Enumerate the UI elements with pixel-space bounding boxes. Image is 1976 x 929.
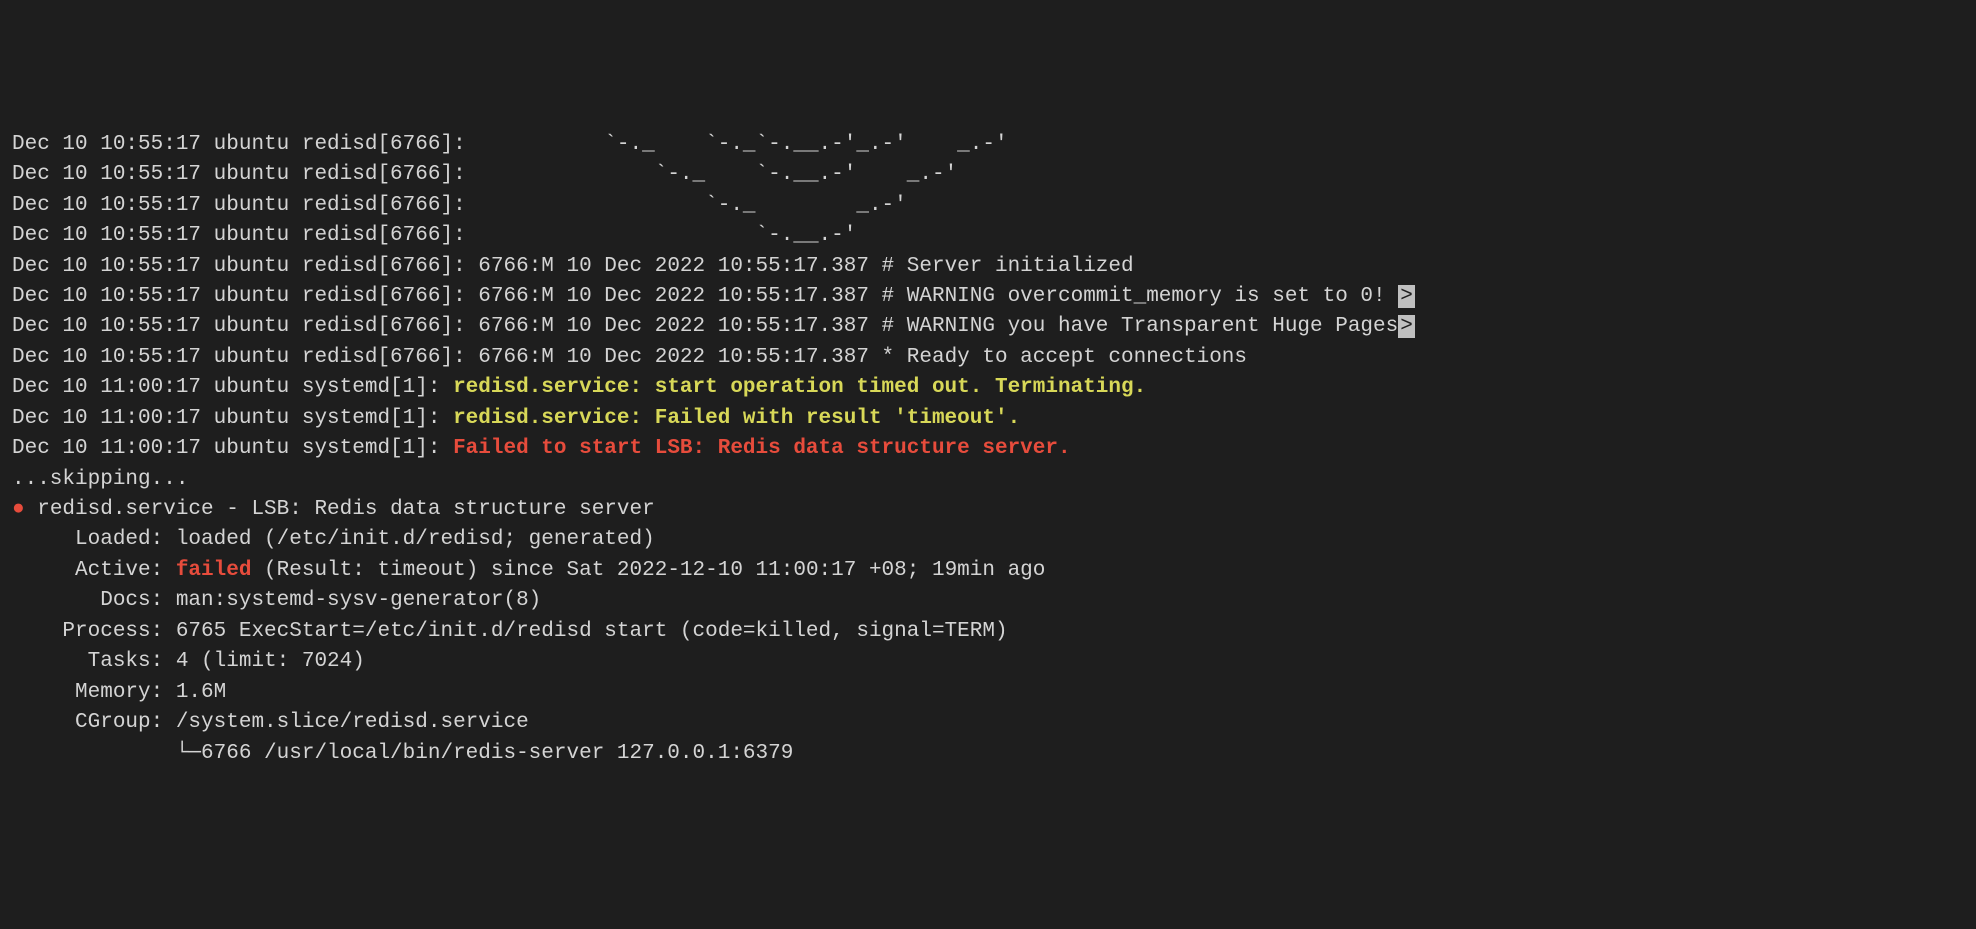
log-prefix: Dec 10 10:55:17 ubuntu redisd[6766]: — [12, 285, 466, 308]
scroll-indicator: > — [1398, 285, 1415, 308]
cgroup-line: CGroup: /system.slice/redisd.service — [12, 708, 1964, 738]
loaded-value: loaded (/etc/init.d/redisd; generated) — [176, 528, 655, 551]
active-line: Active: failed (Result: timeout) since S… — [12, 556, 1964, 586]
log-line: Dec 10 10:55:17 ubuntu redisd[6766]: 676… — [12, 343, 1964, 373]
log-message: `-._ `-.__.-' _.-' — [466, 163, 957, 186]
log-line: Dec 10 11:00:17 ubuntu systemd[1]: redis… — [12, 373, 1964, 403]
docs-label: Docs: — [12, 589, 176, 612]
log-prefix: Dec 10 10:55:17 ubuntu redisd[6766]: — [12, 163, 466, 186]
log-line: Dec 10 10:55:17 ubuntu redisd[6766]: 676… — [12, 312, 1964, 342]
log-prefix: Dec 10 11:00:17 ubuntu systemd[1]: — [12, 376, 453, 399]
docs-value: man:systemd-sysv-generator(8) — [176, 589, 541, 612]
tasks-line: Tasks: 4 (limit: 7024) — [12, 647, 1964, 677]
loaded-line: Loaded: loaded (/etc/init.d/redisd; gene… — [12, 525, 1964, 555]
log-line: Dec 10 10:55:17 ubuntu redisd[6766]: `-.… — [12, 221, 1964, 251]
log-message: 6766:M 10 Dec 2022 10:55:17.387 # WARNIN… — [466, 285, 1399, 308]
log-warning: redisd.service: Failed with result 'time… — [453, 407, 1020, 430]
cgroup-value: /system.slice/redisd.service — [176, 711, 529, 734]
active-state: failed — [176, 559, 252, 582]
log-line: Dec 10 11:00:17 ubuntu systemd[1]: Faile… — [12, 434, 1964, 464]
log-prefix: Dec 10 10:55:17 ubuntu redisd[6766]: — [12, 315, 466, 338]
scroll-indicator: > — [1398, 315, 1415, 338]
process-value: 6765 ExecStart=/etc/init.d/redisd start … — [176, 620, 1008, 643]
service-header: ● redisd.service - LSB: Redis data struc… — [12, 495, 1964, 525]
memory-line: Memory: 1.6M — [12, 678, 1964, 708]
log-message: `-._ _.-' — [466, 194, 907, 217]
log-line: Dec 10 10:55:17 ubuntu redisd[6766]: `-.… — [12, 191, 1964, 221]
terminal-output: Dec 10 10:55:17 ubuntu redisd[6766]: `-.… — [12, 130, 1964, 769]
log-warning: redisd.service: start operation timed ou… — [453, 376, 1146, 399]
memory-value: 1.6M — [176, 681, 226, 704]
tasks-label: Tasks: — [12, 650, 176, 673]
process-line: Process: 6765 ExecStart=/etc/init.d/redi… — [12, 617, 1964, 647]
log-prefix: Dec 10 10:55:17 ubuntu redisd[6766]: — [12, 346, 466, 369]
docs-line: Docs: man:systemd-sysv-generator(8) — [12, 586, 1964, 616]
log-message: `-._ `-._`-.__.-'_.-' _.-' — [466, 133, 1008, 156]
log-message: `-.__.-' — [466, 224, 857, 247]
log-line: Dec 10 11:00:17 ubuntu systemd[1]: redis… — [12, 404, 1964, 434]
log-message: 6766:M 10 Dec 2022 10:55:17.387 # WARNIN… — [466, 315, 1399, 338]
active-label: Active: — [12, 559, 176, 582]
skipping-line: ...skipping... — [12, 465, 1964, 495]
cgroup-child-line: └─6766 /usr/local/bin/redis-server 127.0… — [12, 739, 1964, 769]
log-message: 6766:M 10 Dec 2022 10:55:17.387 # Server… — [466, 255, 1134, 278]
process-label: Process: — [12, 620, 176, 643]
log-line: Dec 10 10:55:17 ubuntu redisd[6766]: 676… — [12, 252, 1964, 282]
cgroup-label: CGroup: — [12, 711, 176, 734]
active-detail: (Result: timeout) since Sat 2022-12-10 1… — [251, 559, 1045, 582]
log-error: Failed to start LSB: Redis data structur… — [453, 437, 1071, 460]
log-prefix: Dec 10 11:00:17 ubuntu systemd[1]: — [12, 407, 453, 430]
loaded-label: Loaded: — [12, 528, 176, 551]
log-prefix: Dec 10 10:55:17 ubuntu redisd[6766]: — [12, 224, 466, 247]
memory-label: Memory: — [12, 681, 176, 704]
log-prefix: Dec 10 10:55:17 ubuntu redisd[6766]: — [12, 255, 466, 278]
tasks-value: 4 (limit: 7024) — [176, 650, 365, 673]
log-prefix: Dec 10 10:55:17 ubuntu redisd[6766]: — [12, 133, 466, 156]
service-title: redisd.service - LSB: Redis data structu… — [25, 498, 655, 521]
log-line: Dec 10 10:55:17 ubuntu redisd[6766]: 676… — [12, 282, 1964, 312]
log-prefix: Dec 10 10:55:17 ubuntu redisd[6766]: — [12, 194, 466, 217]
log-line: Dec 10 10:55:17 ubuntu redisd[6766]: `-.… — [12, 130, 1964, 160]
status-bullet-icon: ● — [12, 498, 25, 521]
log-message: 6766:M 10 Dec 2022 10:55:17.387 * Ready … — [466, 346, 1247, 369]
log-prefix: Dec 10 11:00:17 ubuntu systemd[1]: — [12, 437, 453, 460]
log-line: Dec 10 10:55:17 ubuntu redisd[6766]: `-.… — [12, 160, 1964, 190]
